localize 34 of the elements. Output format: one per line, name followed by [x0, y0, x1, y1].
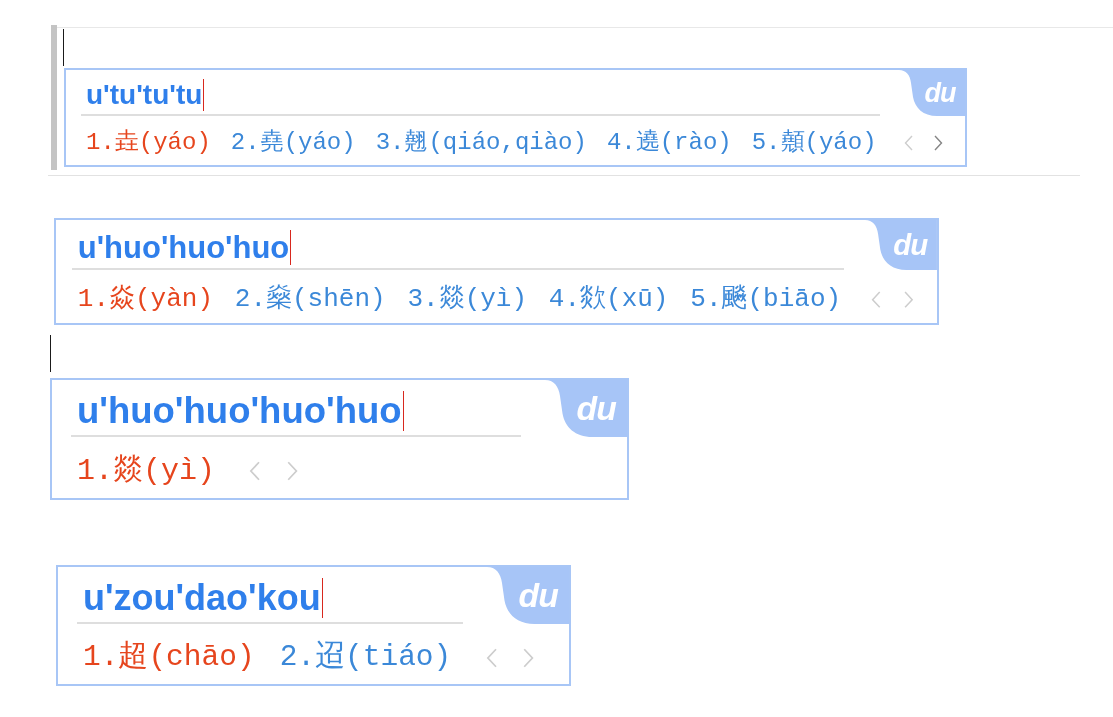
text-cursor-icon [321, 578, 323, 619]
logo: du [865, 220, 937, 270]
candidate-item[interactable]: 1.焱(yàn) [77, 284, 213, 316]
chevron-right-icon [286, 461, 299, 482]
composition-text: u'tu'tu'tu [86, 81, 203, 109]
text-cursor-icon [203, 79, 205, 111]
candidate-item[interactable]: 2.堯(yáo) [230, 129, 356, 158]
composition-field[interactable]: u'huo'huo'huo'huo [70, 391, 521, 437]
candidate-item[interactable]: 5.顤(yáo) [751, 129, 877, 158]
chevron-right-icon [934, 135, 944, 152]
composition-text: u'huo'huo'huo [77, 231, 290, 263]
candidate-item[interactable]: 5.飈(biāo) [690, 284, 842, 316]
chevron-right-icon [523, 647, 535, 668]
composition-field[interactable]: u'tu'tu'tu [81, 79, 880, 116]
candidate-item[interactable]: 1.超(chāo) [83, 640, 255, 676]
chevron-left-icon [871, 290, 881, 309]
text-cursor-icon [402, 391, 404, 432]
chevron-left-icon [249, 461, 261, 482]
candidate-item[interactable]: 4.欻(xū) [548, 284, 669, 316]
chevron-left-icon [485, 647, 497, 668]
candidate-item[interactable]: 1.垚(yáo) [86, 129, 211, 158]
candidate-item[interactable]: 2.燊(shēn) [234, 284, 386, 316]
chevron-left-icon [904, 135, 914, 152]
text-cursor-icon [290, 229, 292, 265]
candidate-item[interactable]: 2.迢(tiáo) [279, 640, 452, 676]
composition-field[interactable]: u'zou'dao'kou [76, 578, 463, 624]
candidate-item[interactable]: 4.遶(rào) [606, 129, 732, 158]
candidate-item[interactable]: 3.燚(yì) [407, 284, 528, 316]
candidate-item[interactable]: 1.燚(yì) [77, 453, 216, 490]
composition-field[interactable]: u'huo'huo'huo [72, 229, 845, 270]
candidate-item[interactable]: 3.翹(qiáo,qiào) [375, 129, 587, 158]
composition-text: u'zou'dao'kou [83, 580, 321, 617]
chevron-right-icon [903, 290, 914, 309]
composition-text: u'huo'huo'huo'huo [77, 392, 402, 430]
